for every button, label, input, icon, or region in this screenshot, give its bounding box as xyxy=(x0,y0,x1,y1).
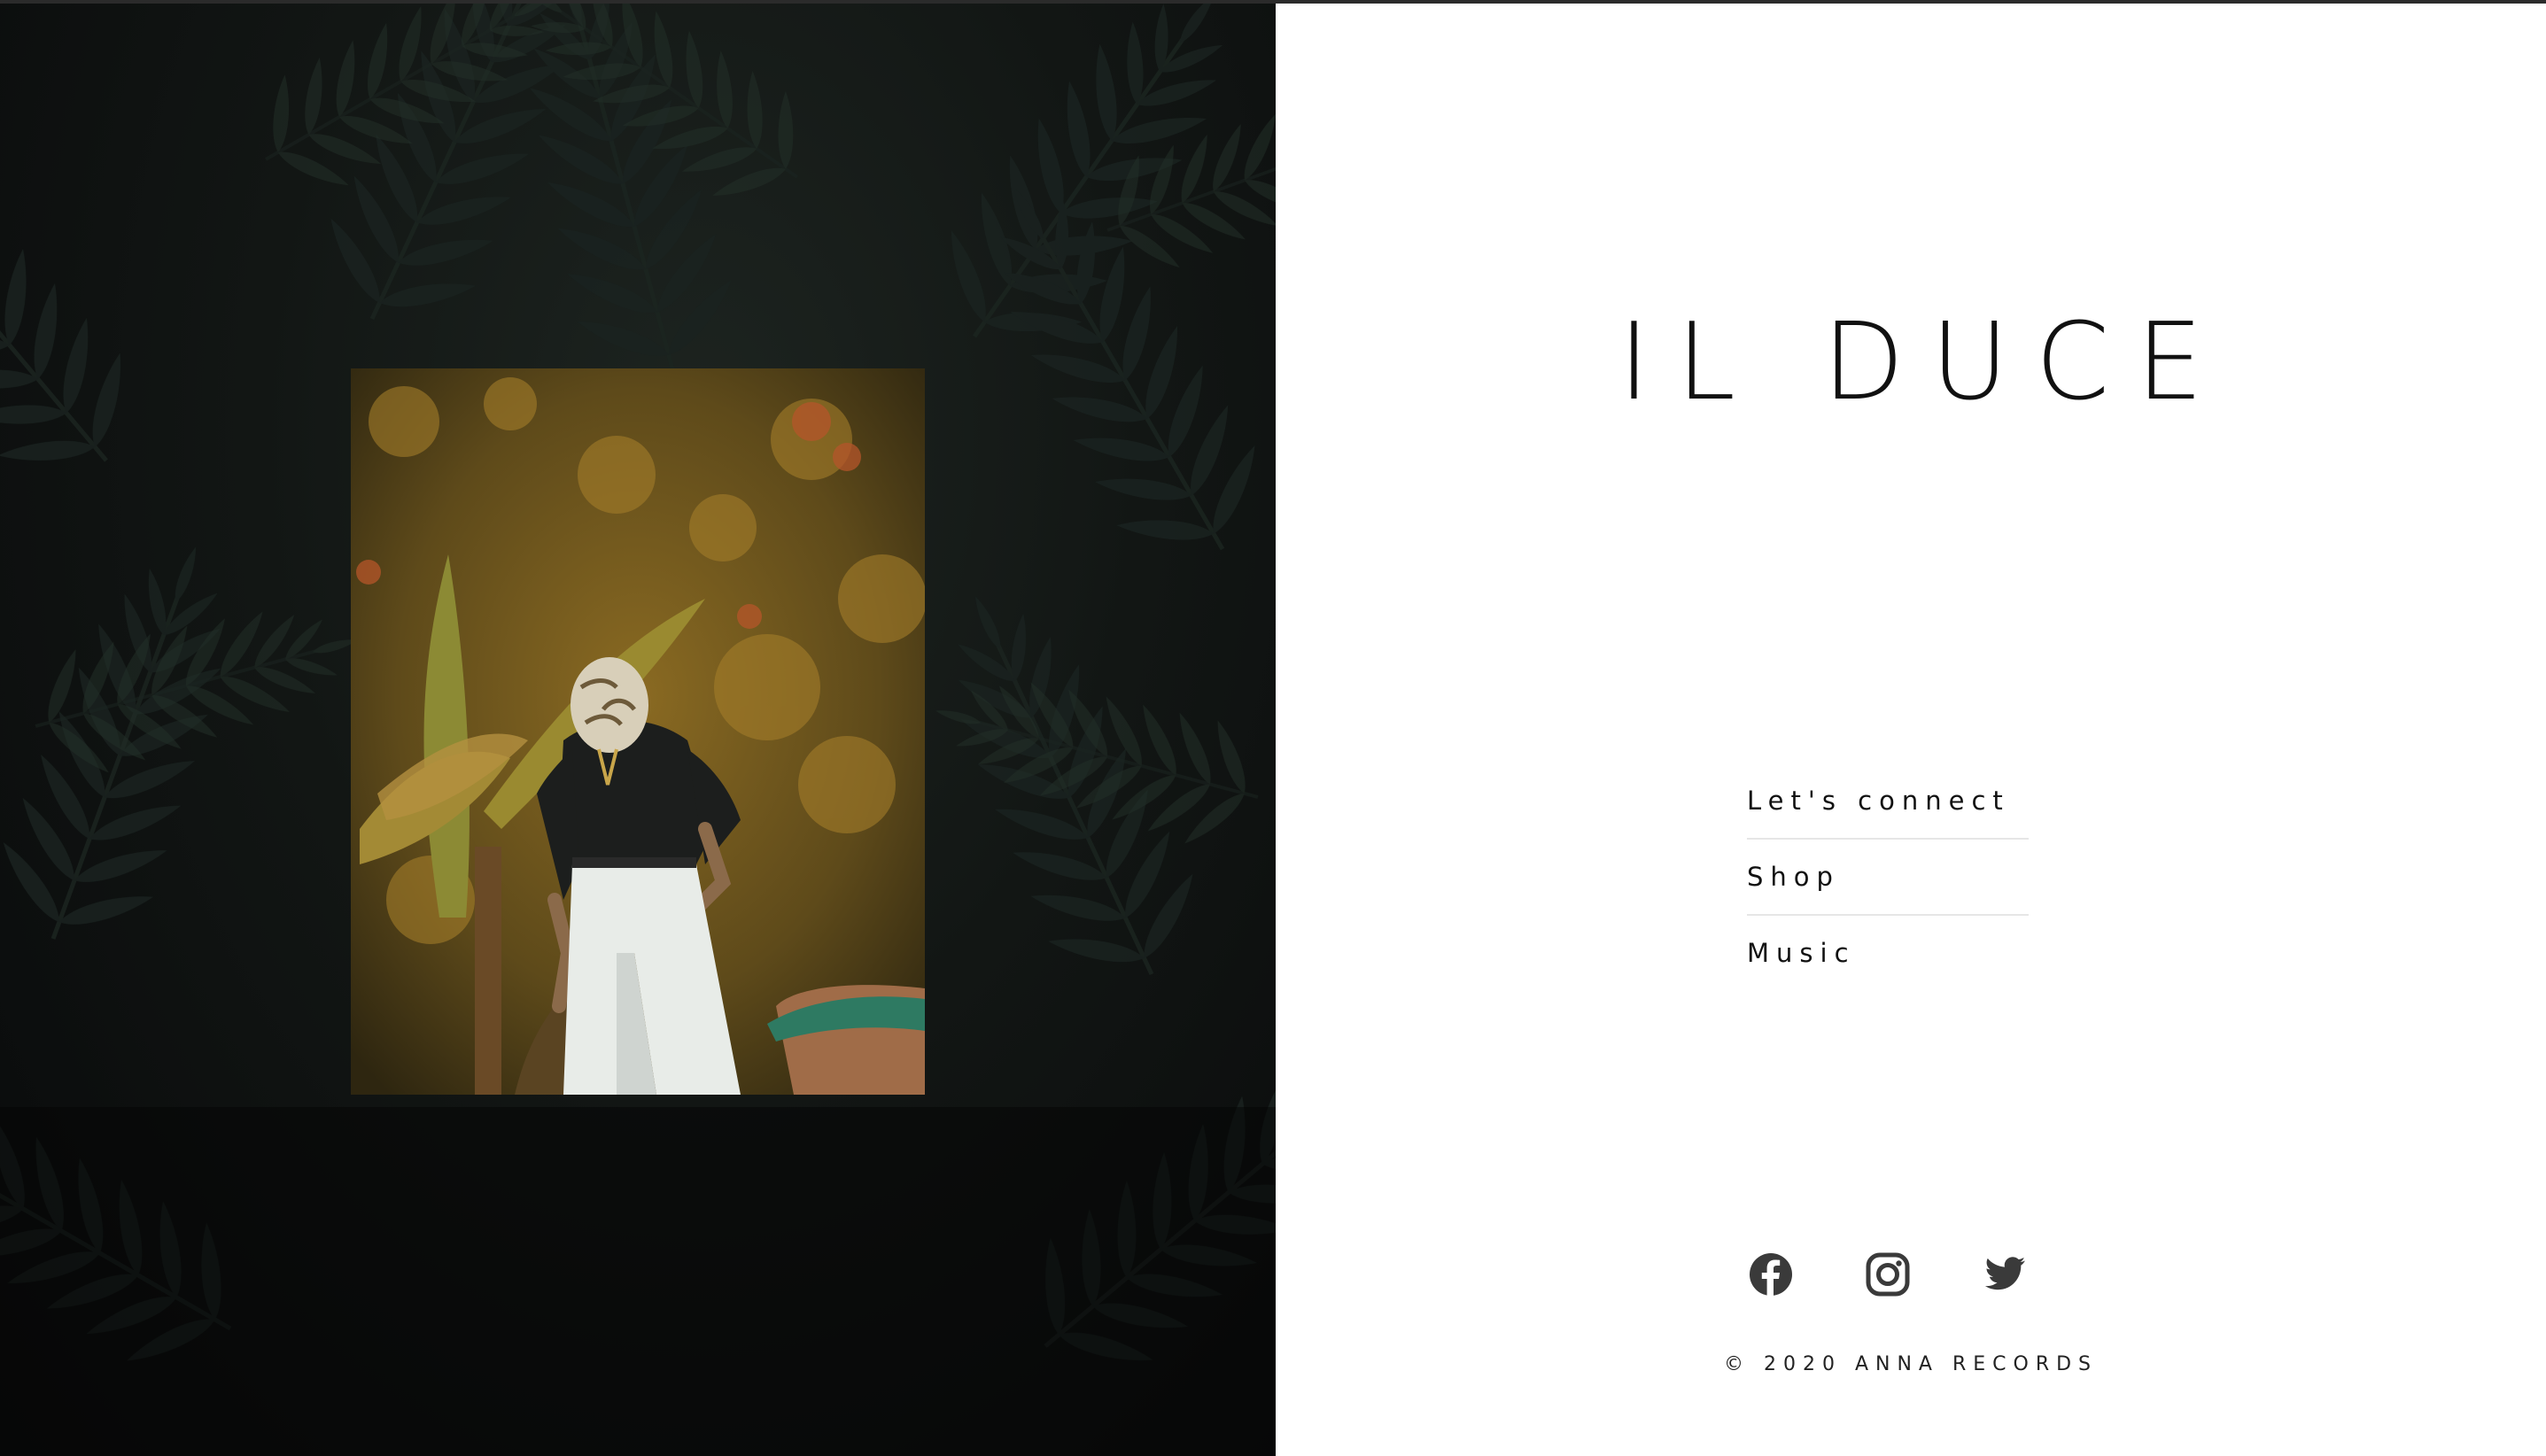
content-panel: IL DUCE Let's connect Shop Music © 2020 … xyxy=(1276,0,2546,1456)
site-title: IL DUCE xyxy=(1618,301,2231,424)
twitter-link[interactable] xyxy=(1981,1251,2029,1298)
copyright-text: © 2020 ANNA RECORDS xyxy=(1723,1353,2099,1375)
top-border xyxy=(0,0,2546,4)
instagram-link[interactable] xyxy=(1864,1251,1912,1298)
facebook-link[interactable] xyxy=(1747,1251,1795,1298)
main-navigation: Let's connect Shop Music xyxy=(1747,763,2029,990)
hero-background xyxy=(0,0,1276,1456)
nav-link-lets-connect[interactable]: Let's connect xyxy=(1747,763,2029,840)
social-links xyxy=(1747,1251,2029,1298)
artist-photo-image xyxy=(351,368,925,1095)
facebook-icon xyxy=(1750,1253,1792,1296)
nav-link-shop[interactable]: Shop xyxy=(1747,840,2029,916)
nav-link-music[interactable]: Music xyxy=(1747,916,2029,990)
twitter-icon xyxy=(1984,1257,2025,1290)
artist-photo xyxy=(351,368,925,1095)
instagram-icon xyxy=(1866,1252,1910,1297)
